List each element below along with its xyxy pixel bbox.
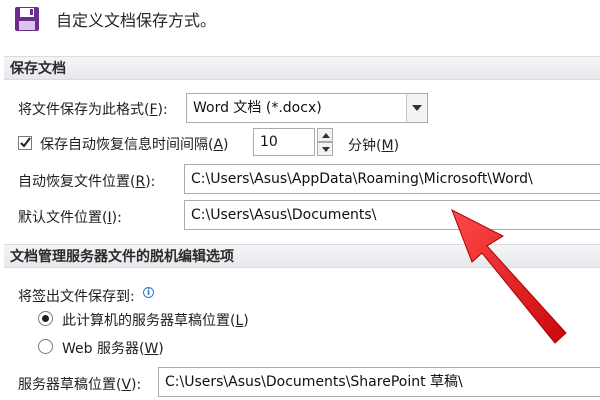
autorecover-minutes-input[interactable]: 10 [253, 128, 315, 156]
radio-web-server-label[interactable]: Web 服务器(W) [62, 338, 164, 358]
drafts-path-label: 服务器草稿位置(V): [18, 377, 142, 393]
autorecover-minutes-stepper: 10 [253, 128, 333, 156]
checkout-label: 将签出文件保存到: [18, 289, 135, 305]
checkmark-icon [20, 137, 31, 148]
section-title: 保存文档 [10, 61, 66, 77]
info-icon[interactable]: i [143, 287, 154, 298]
autorecover-path-label: 自动恢复文件位置(R): [18, 174, 156, 190]
page-title: 自定义文档保存方式。 [56, 11, 217, 30]
section-offline-editing: 文档管理服务器文件的脱机编辑选项 [4, 244, 600, 268]
radio-local-drafts[interactable] [38, 311, 53, 326]
default-path-label: 默认文件位置(I): [18, 210, 122, 226]
spin-up-button[interactable] [317, 128, 333, 142]
autorecover-path-input[interactable]: C:\Users\Asus\AppData\Roaming\Microsoft\… [184, 164, 600, 194]
autorecover-label[interactable]: 保存自动恢复信息时间间隔(A) [40, 134, 229, 154]
section-title: 文档管理服务器文件的脱机编辑选项 [10, 249, 234, 265]
minutes-label: 分钟(M) [348, 138, 400, 154]
autorecover-checkbox[interactable] [18, 136, 32, 150]
format-select[interactable]: Word 文档 (*.docx) [186, 93, 428, 123]
floppy-disk-icon [15, 7, 39, 31]
radio-local-drafts-label[interactable]: 此计算机的服务器草稿位置(L) [62, 310, 249, 330]
header: 自定义文档保存方式。 [0, 0, 600, 40]
radio-web-server[interactable] [38, 339, 53, 354]
spin-down-button[interactable] [317, 142, 333, 156]
section-save-documents: 保存文档 [4, 56, 600, 80]
format-label: 将文件保存为此格式(F): [18, 102, 168, 118]
dropdown-button[interactable] [406, 94, 427, 122]
triangle-up-icon [322, 133, 330, 138]
chevron-down-icon [412, 105, 422, 111]
default-path-input[interactable]: C:\Users\Asus\Documents\ [184, 200, 600, 230]
drafts-path-input[interactable]: C:\Users\Asus\Documents\SharePoint 草稿\ [158, 367, 600, 397]
triangle-down-icon [322, 147, 330, 152]
radio-selected-dot [42, 315, 49, 322]
